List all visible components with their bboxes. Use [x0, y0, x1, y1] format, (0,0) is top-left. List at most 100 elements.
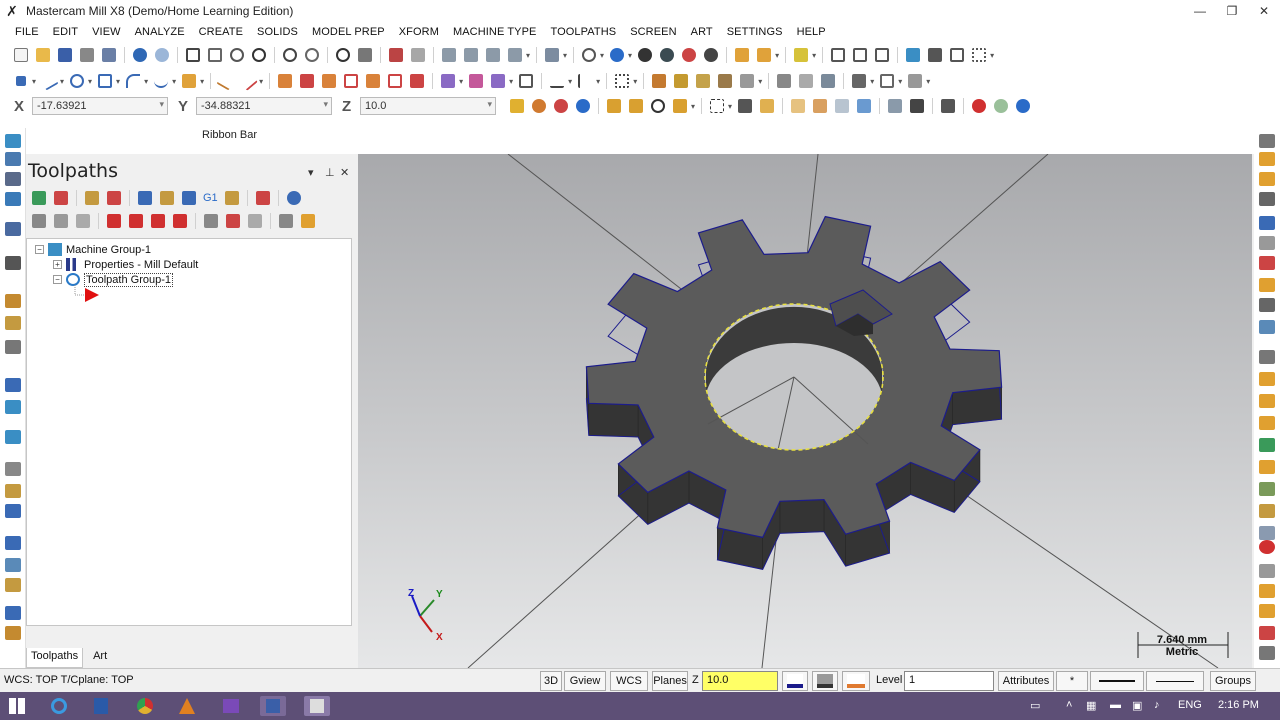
circle-dropdown-icon[interactable]: ▾: [88, 77, 92, 86]
panel-dropdown-icon[interactable]: ▾: [308, 166, 314, 179]
select-only-icon[interactable]: [649, 97, 667, 115]
point-style-button[interactable]: *: [1056, 671, 1088, 691]
groups-button[interactable]: Groups: [1210, 671, 1256, 691]
surface-rough-icon[interactable]: [775, 72, 793, 90]
xform-rotate-icon[interactable]: [320, 72, 338, 90]
solid-extrude-icon[interactable]: [439, 72, 457, 90]
tab-toolpaths[interactable]: Toolpaths: [26, 648, 84, 668]
operations-icon[interactable]: [5, 400, 21, 414]
stock-icon[interactable]: [650, 72, 668, 90]
regen-icon[interactable]: [334, 46, 352, 64]
extrude-dropdown-icon[interactable]: ▾: [459, 77, 463, 86]
planes-button[interactable]: Planes: [652, 671, 688, 691]
dimension-horizontal-icon[interactable]: [548, 72, 566, 90]
regenerate-icon[interactable]: [5, 626, 21, 640]
rotate-dropdown-icon[interactable]: ▾: [563, 51, 567, 60]
regen-dirty-icon[interactable]: [105, 189, 123, 207]
tools-icon[interactable]: [926, 46, 944, 64]
chain-right-icon[interactable]: [1259, 482, 1275, 496]
chrome-icon[interactable]: [132, 696, 158, 716]
simulate-ops-icon[interactable]: [180, 189, 198, 207]
fit-screen-icon[interactable]: [184, 46, 202, 64]
surface-color-button[interactable]: [842, 671, 870, 691]
circle-right-icon[interactable]: [1259, 320, 1275, 334]
pencil-alt-icon[interactable]: [755, 46, 773, 64]
lightning4-right-icon[interactable]: [1259, 460, 1275, 474]
help-hint-icon[interactable]: [299, 212, 317, 230]
nc-file-icon[interactable]: [5, 578, 21, 592]
more-right-icon[interactable]: [1259, 646, 1275, 660]
select-last-icon[interactable]: [939, 97, 957, 115]
open-file-icon[interactable]: [34, 46, 52, 64]
menu-file[interactable]: FILE: [8, 26, 46, 38]
rotate-right-icon[interactable]: [1259, 438, 1275, 452]
lightning5-right-icon[interactable]: [1259, 584, 1275, 598]
wireframe-icon[interactable]: [580, 46, 598, 64]
rectangle-dropdown-icon[interactable]: ▾: [116, 77, 120, 86]
window-select-dropdown-icon[interactable]: ▾: [728, 102, 732, 111]
autocursor-icon[interactable]: [530, 97, 548, 115]
vlc-icon[interactable]: [174, 696, 200, 716]
panel-help-icon[interactable]: [285, 189, 303, 207]
transform-op-icon[interactable]: [5, 430, 21, 444]
simulate-icon[interactable]: [5, 536, 21, 550]
wcs-button[interactable]: WCS: [610, 671, 648, 691]
redo-icon[interactable]: [153, 46, 171, 64]
solid-face-icon[interactable]: [789, 97, 807, 115]
dimension-icon[interactable]: [517, 72, 535, 90]
backplot-icon[interactable]: [5, 462, 21, 476]
analyze-entity-icon[interactable]: [387, 46, 405, 64]
backface-pointer-icon[interactable]: [908, 97, 926, 115]
origin-icon[interactable]: [552, 97, 570, 115]
window-select-icon[interactable]: [708, 97, 726, 115]
xform-mirror-icon[interactable]: [298, 72, 316, 90]
face-icon[interactable]: [738, 72, 756, 90]
menu-machine-type[interactable]: MACHINE TYPE: [446, 26, 544, 38]
internet-explorer-icon[interactable]: [46, 696, 72, 716]
solid-right-icon[interactable]: [1259, 526, 1275, 540]
settings-gear-icon[interactable]: [904, 46, 922, 64]
show-all-icon[interactable]: [277, 212, 295, 230]
divide-icon[interactable]: [238, 71, 258, 91]
measure-right-icon[interactable]: [1259, 192, 1275, 206]
stop-icon[interactable]: [970, 97, 988, 115]
attributes-button[interactable]: Attributes: [998, 671, 1054, 691]
verify-icon[interactable]: [829, 46, 847, 64]
front-view-icon[interactable]: [484, 46, 502, 64]
trim-icon[interactable]: [216, 71, 236, 91]
panel-close-icon[interactable]: ✕: [340, 166, 349, 179]
display-selected-icon[interactable]: [246, 212, 264, 230]
translucency-icon[interactable]: [658, 46, 676, 64]
verify-op-icon[interactable]: [5, 484, 21, 498]
pencil-icon[interactable]: [733, 46, 751, 64]
hatch-icon[interactable]: [613, 72, 631, 90]
multiaxis-dropdown-icon[interactable]: ▾: [870, 77, 874, 86]
network-tray-icon[interactable]: ▦: [1086, 699, 1096, 712]
grid-icon[interactable]: [970, 46, 988, 64]
grid-dropdown-icon[interactable]: ▾: [990, 51, 994, 60]
select-dropdown-icon[interactable]: ▾: [691, 102, 695, 111]
multiaxis-icon[interactable]: [850, 72, 868, 90]
verify-solid-icon[interactable]: [886, 97, 904, 115]
top-view-icon[interactable]: [462, 46, 480, 64]
volume-tray-icon[interactable]: ♪: [1154, 699, 1160, 711]
post-g1-label[interactable]: G1: [203, 192, 218, 204]
menu-settings[interactable]: SETTINGS: [720, 26, 790, 38]
battery-tray-icon[interactable]: ▬: [1110, 699, 1121, 711]
create-fillet-icon[interactable]: [124, 72, 142, 90]
mastercam-taskbar-icon[interactable]: [304, 696, 330, 716]
menu-help[interactable]: HELP: [790, 26, 833, 38]
wireframe-toolpath-icon[interactable]: [878, 72, 896, 90]
backplot-ops-icon[interactable]: [136, 189, 154, 207]
trim-dropdown-icon[interactable]: ▾: [259, 77, 263, 86]
close-button[interactable]: ✕: [1248, 0, 1280, 22]
sigma-icon[interactable]: [948, 46, 966, 64]
grid-right-icon[interactable]: [1259, 626, 1275, 640]
lightning-right-icon[interactable]: [1259, 372, 1275, 386]
color-button[interactable]: [782, 671, 808, 691]
maximize-button[interactable]: ❐: [1216, 0, 1248, 22]
create-rectangle-icon[interactable]: [96, 72, 114, 90]
menu-model-prep[interactable]: MODEL PREP: [305, 26, 392, 38]
post-arrow-icon[interactable]: [223, 189, 241, 207]
menu-edit[interactable]: EDIT: [46, 26, 85, 38]
